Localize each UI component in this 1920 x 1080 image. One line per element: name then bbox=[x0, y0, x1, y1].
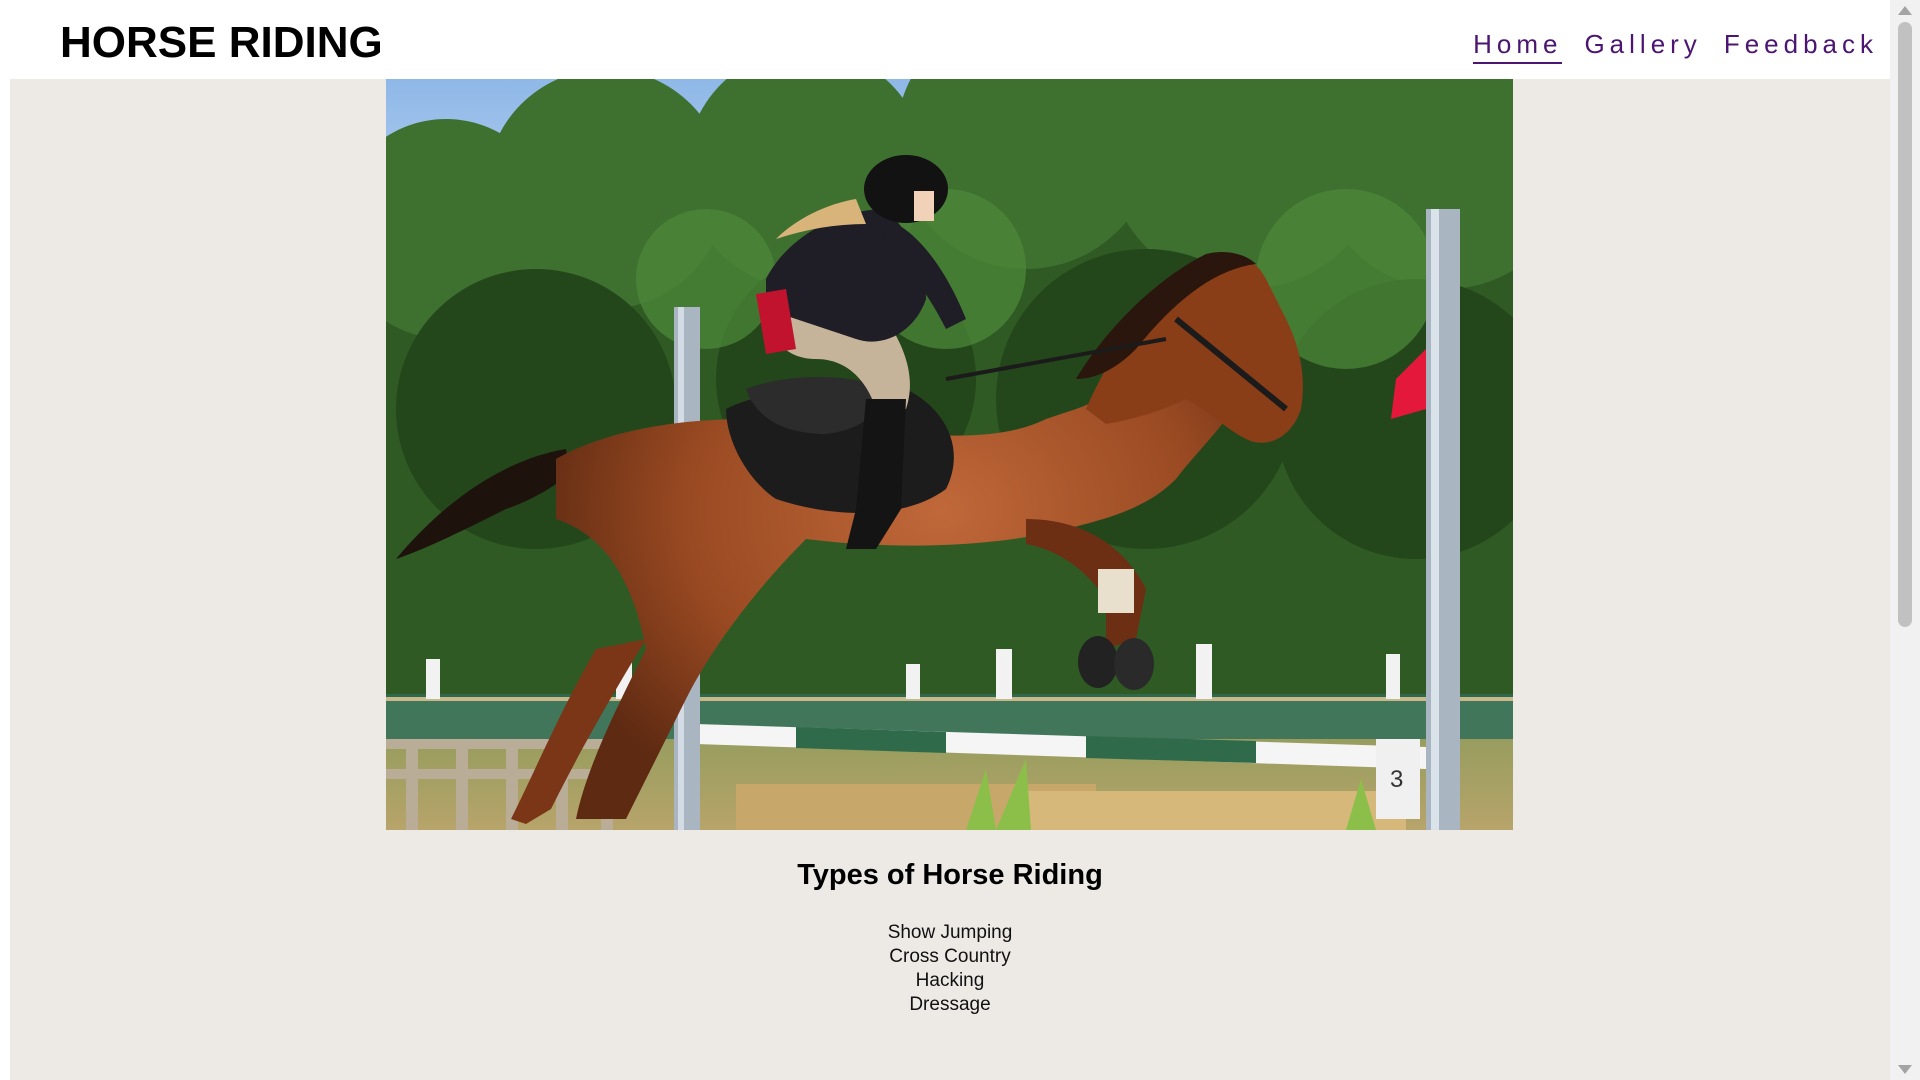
main-content: 3 Types of Horse Riding Show Jumping Cro… bbox=[10, 79, 1890, 1080]
list-item: Show Jumping bbox=[887, 922, 1013, 943]
scrollbar-thumb[interactable] bbox=[1898, 22, 1912, 627]
nav-link-feedback[interactable]: Feedback bbox=[1724, 26, 1878, 64]
scroll-down-arrow-icon[interactable] bbox=[1898, 1065, 1912, 1074]
main-nav: Home Gallery Feedback bbox=[1473, 26, 1878, 64]
site-header: HORSE RIDING Home Gallery Feedback bbox=[0, 0, 1890, 79]
site-title: HORSE RIDING bbox=[60, 18, 383, 67]
list-item: Cross Country bbox=[889, 946, 1011, 967]
list-item: Dressage bbox=[909, 994, 991, 1015]
section-title: Types of Horse Riding bbox=[797, 859, 1103, 891]
svg-text:3: 3 bbox=[1390, 766, 1403, 793]
nav-link-home[interactable]: Home bbox=[1473, 26, 1563, 64]
list-item: Hacking bbox=[915, 970, 985, 991]
vertical-scrollbar[interactable] bbox=[1890, 0, 1920, 1080]
horse-show-jumping-photo: 3 bbox=[386, 79, 1513, 830]
hero-image: 3 bbox=[386, 79, 1513, 830]
nav-link-gallery[interactable]: Gallery bbox=[1584, 26, 1701, 64]
riding-types-list: Show Jumping Cross Country Hacking Dress… bbox=[10, 921, 1890, 1017]
scroll-up-arrow-icon[interactable] bbox=[1898, 6, 1912, 15]
